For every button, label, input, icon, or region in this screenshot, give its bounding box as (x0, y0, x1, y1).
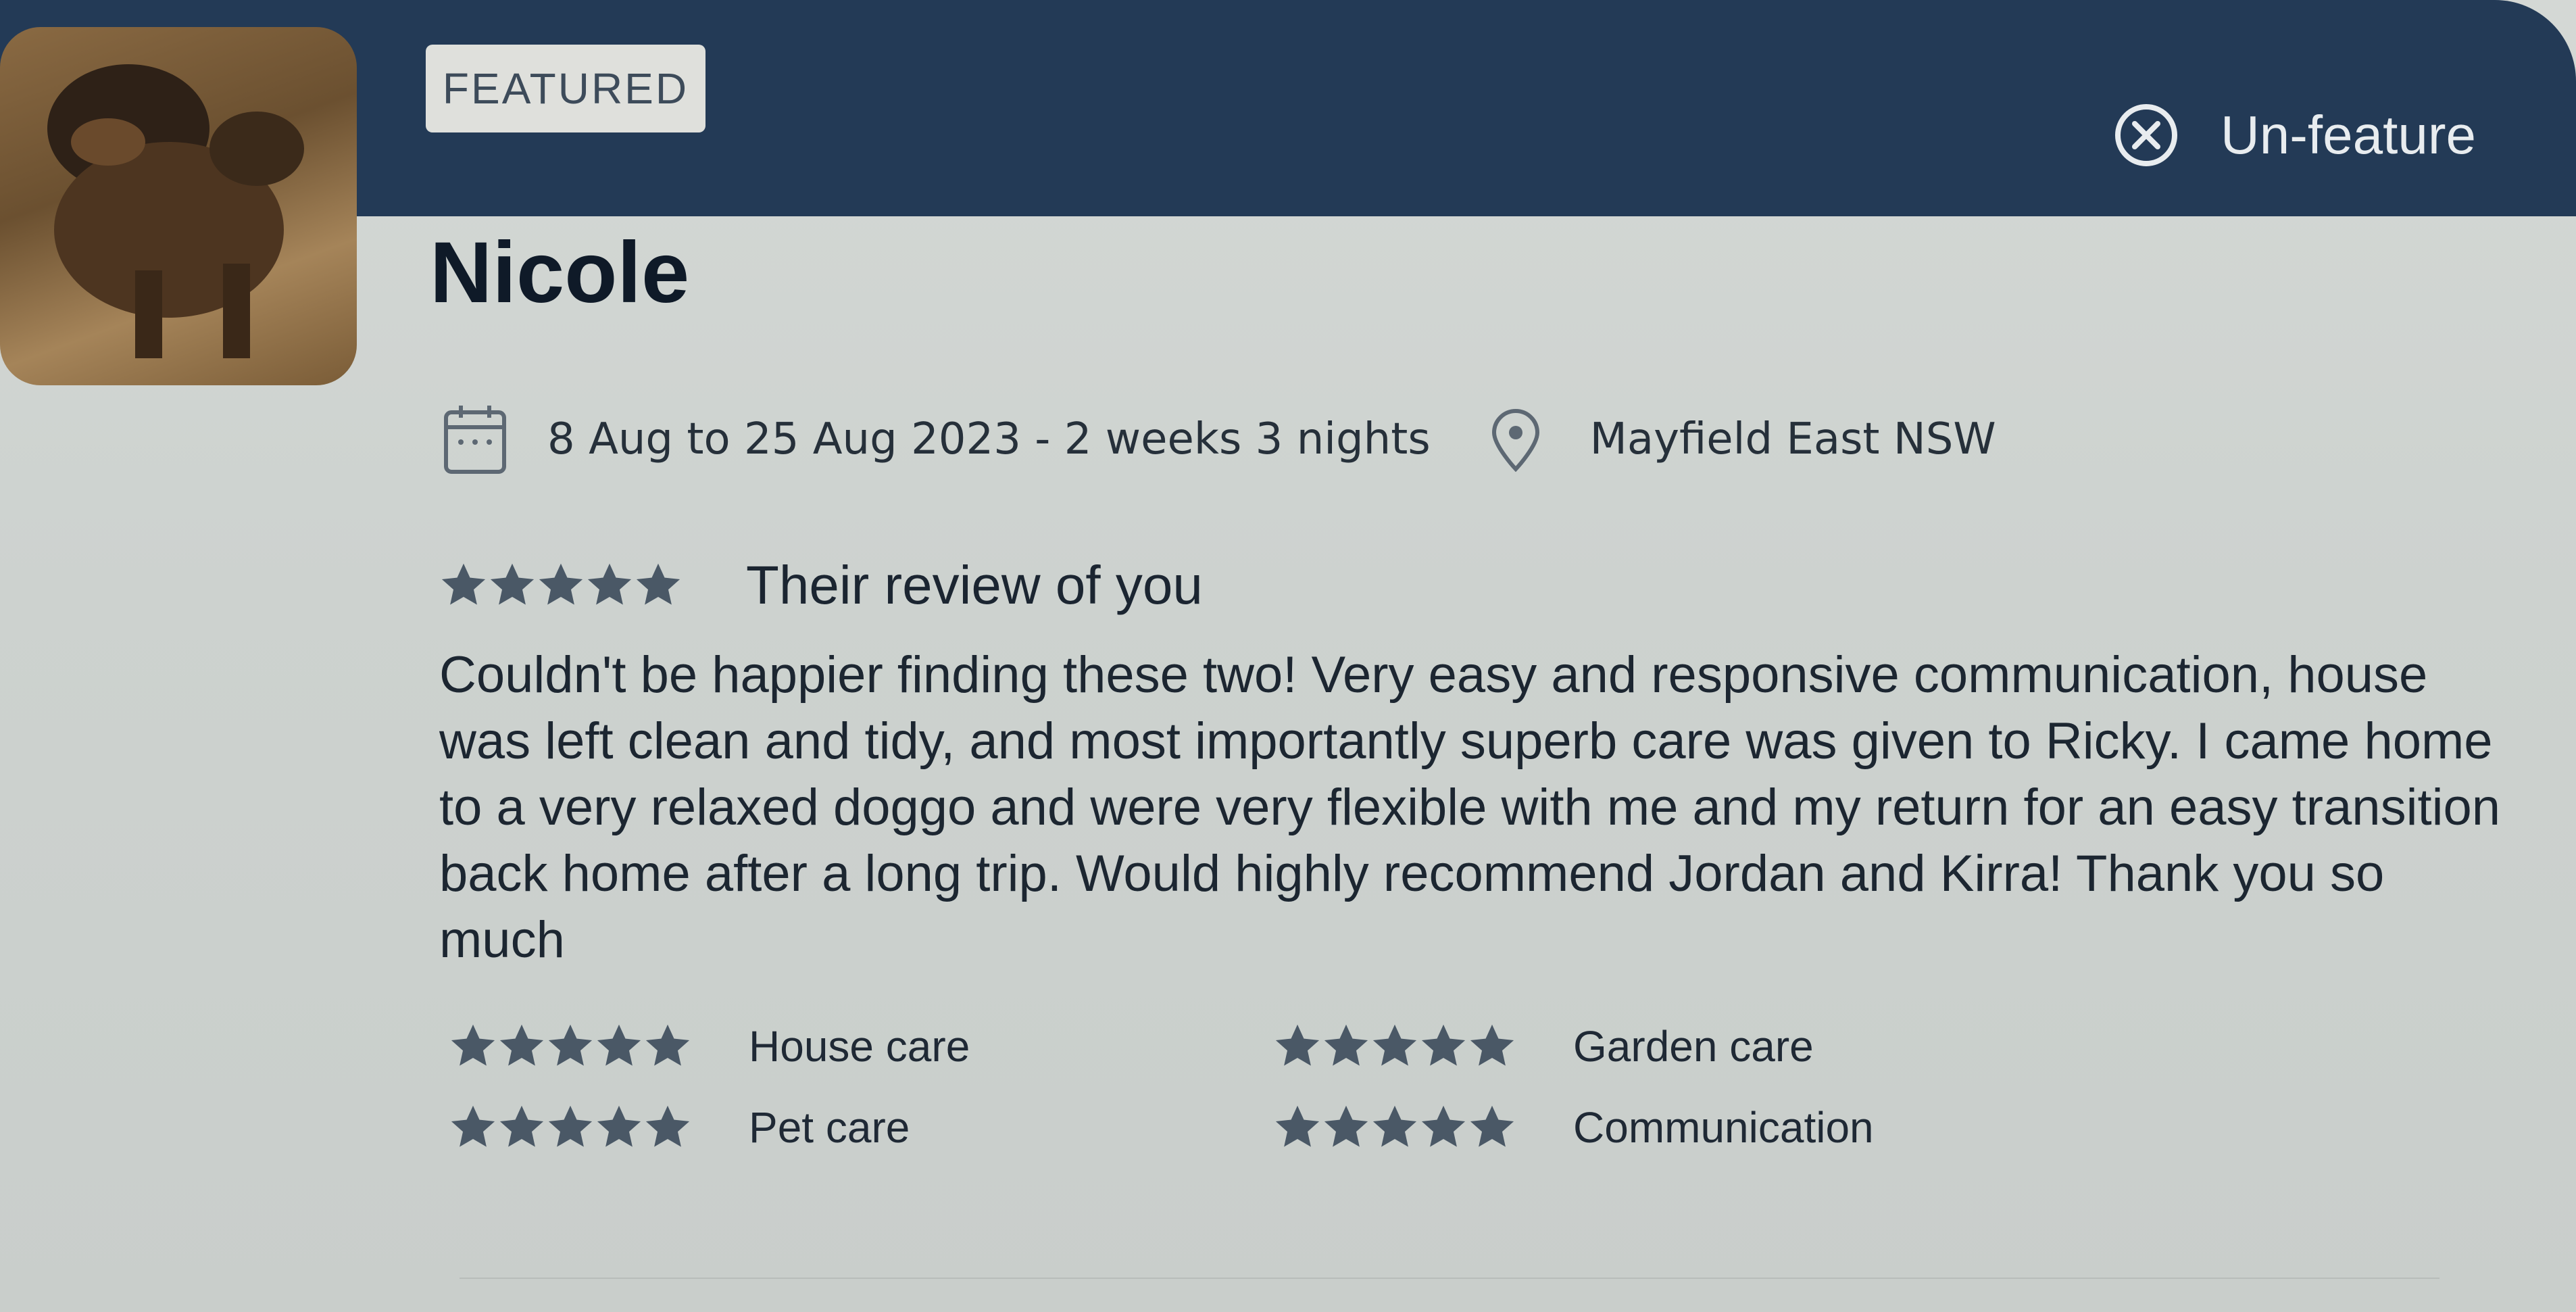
rating-garden-care: Garden care (1274, 1021, 1937, 1072)
star-icon (1324, 1024, 1368, 1066)
star-icon (548, 1105, 593, 1147)
star-icon (1324, 1105, 1368, 1147)
stay-details: 8 Aug to 25 Aug 2023 - 2 weeks 3 nights … (443, 399, 1996, 480)
review-heading-row: Their review of you (441, 554, 1203, 616)
rating-stars (1274, 1105, 1515, 1150)
rating-label: Garden care (1573, 1022, 1814, 1071)
star-icon (539, 563, 583, 605)
reviewer-name: Nicole (430, 224, 690, 321)
review-card: FEATURED Un-feature Nicole 8 Aug to 25 A… (0, 0, 2576, 1312)
rating-label: House care (749, 1022, 970, 1071)
dog-photo-illustration (47, 64, 304, 358)
star-icon (1372, 1024, 1417, 1066)
rating-house-care: House care (450, 1021, 1274, 1072)
divider (460, 1278, 2439, 1279)
close-circle-icon (2115, 104, 2177, 166)
star-icon (451, 1024, 495, 1066)
star-icon (1275, 1024, 1320, 1066)
avatar (0, 27, 357, 385)
star-icon (645, 1105, 690, 1147)
star-icon (1421, 1105, 1466, 1147)
star-icon (499, 1105, 544, 1147)
stay-location: Mayfield East NSW (1589, 414, 1996, 464)
rating-stars (450, 1105, 691, 1150)
rating-label: Pet care (749, 1103, 910, 1152)
star-icon (597, 1105, 641, 1147)
rating-stars (1274, 1024, 1515, 1069)
star-icon (1470, 1105, 1514, 1147)
star-icon (548, 1024, 593, 1066)
review-heading: Their review of you (746, 555, 1203, 615)
review-text: Couldn't be happier finding these two! V… (439, 646, 2500, 969)
category-ratings: House care Garden care Pet care Communic… (450, 1021, 1937, 1153)
star-icon (587, 563, 632, 605)
featured-badge: FEATURED (426, 45, 705, 132)
star-icon (441, 563, 486, 605)
star-icon (645, 1024, 690, 1066)
star-icon (1470, 1024, 1514, 1066)
star-icon (451, 1105, 495, 1147)
star-icon (1372, 1105, 1417, 1147)
star-icon (499, 1024, 544, 1066)
rating-label: Communication (1573, 1103, 1874, 1152)
rating-communication: Communication (1274, 1102, 1937, 1153)
star-icon (636, 563, 680, 605)
calendar-icon (444, 406, 506, 474)
star-icon (1275, 1105, 1320, 1147)
star-icon (1421, 1024, 1466, 1066)
rating-pet-care: Pet care (450, 1102, 1274, 1153)
location-pin-icon (1491, 409, 1539, 472)
unfeature-button[interactable]: Un-feature (2112, 95, 2476, 176)
star-icon (490, 563, 535, 605)
unfeature-label: Un-feature (2221, 105, 2476, 165)
stay-dates: 8 Aug to 25 Aug 2023 - 2 weeks 3 nights (547, 414, 1431, 464)
star-icon (597, 1024, 641, 1066)
overall-rating-stars (441, 563, 681, 608)
rating-stars (450, 1024, 691, 1069)
